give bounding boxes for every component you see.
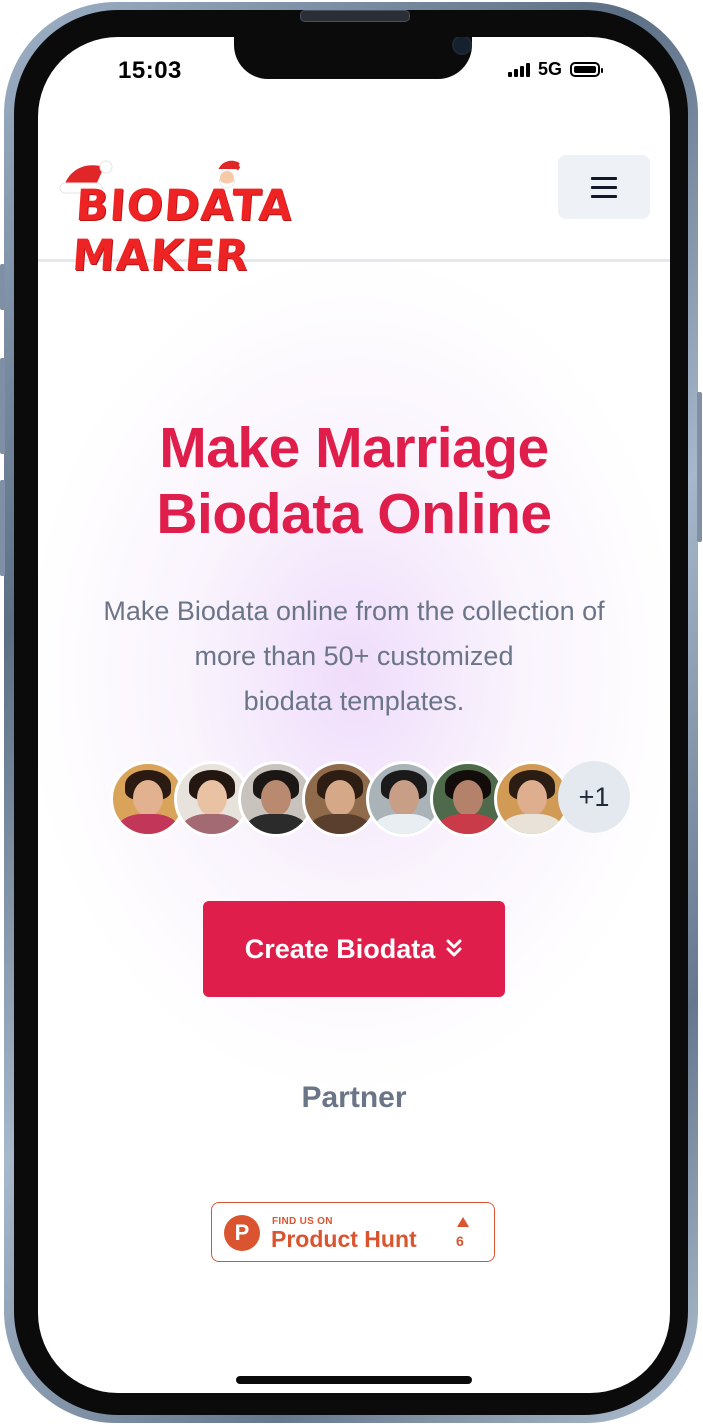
power-button: [697, 392, 702, 542]
status-time: 15:03: [118, 57, 182, 84]
avatar-group: +1: [110, 761, 630, 837]
signal-icon: [508, 62, 530, 77]
status-indicators: 5G: [508, 59, 604, 80]
product-hunt-icon: P: [224, 1215, 260, 1251]
hero-desc-line1: Make Biodata online from the collection …: [103, 596, 605, 626]
partner-title: Partner: [301, 1081, 407, 1114]
earpiece-speaker: [300, 10, 410, 22]
logo[interactable]: BIODATA MAKER: [59, 159, 460, 281]
network-label: 5G: [538, 59, 563, 79]
battery-icon: [570, 62, 604, 77]
product-hunt-badge[interactable]: P FIND US ON Product Hunt 6: [211, 1202, 495, 1262]
hero-desc-line2: more than 50+ customized: [194, 641, 514, 671]
hero-title: Make Marriage Biodata Online: [38, 415, 670, 547]
triangle-up-icon: [457, 1217, 469, 1227]
avatar-more-count: +1: [558, 761, 630, 833]
badge-name: Product Hunt: [271, 1226, 417, 1252]
volume-down-button: [0, 480, 5, 576]
notch: [234, 37, 472, 79]
create-biodata-button[interactable]: Create Biodata: [203, 901, 505, 997]
hero-title-line2: Biodata Online: [156, 482, 552, 546]
front-camera: [452, 37, 472, 55]
logo-text: BIODATA MAKER: [70, 181, 295, 281]
hero-desc-line3: biodata templates.: [243, 686, 465, 716]
create-biodata-label: Create Biodata: [244, 933, 436, 964]
menu-button[interactable]: [558, 155, 650, 219]
chevrons-down-icon: [446, 939, 462, 957]
site-header: BIODATA MAKER: [38, 147, 670, 281]
hero-description: Make Biodata online from the collection …: [38, 589, 670, 724]
hamburger-icon: [591, 176, 617, 180]
mute-switch: [0, 264, 5, 310]
upvote-count: 6: [456, 1233, 464, 1249]
hero-title-line1: Make Marriage: [159, 416, 549, 480]
screen: 15:03 5G BIODATA MAKER Make Marriage Bio…: [38, 37, 670, 1393]
volume-up-button: [0, 358, 5, 454]
home-indicator[interactable]: [236, 1376, 472, 1384]
